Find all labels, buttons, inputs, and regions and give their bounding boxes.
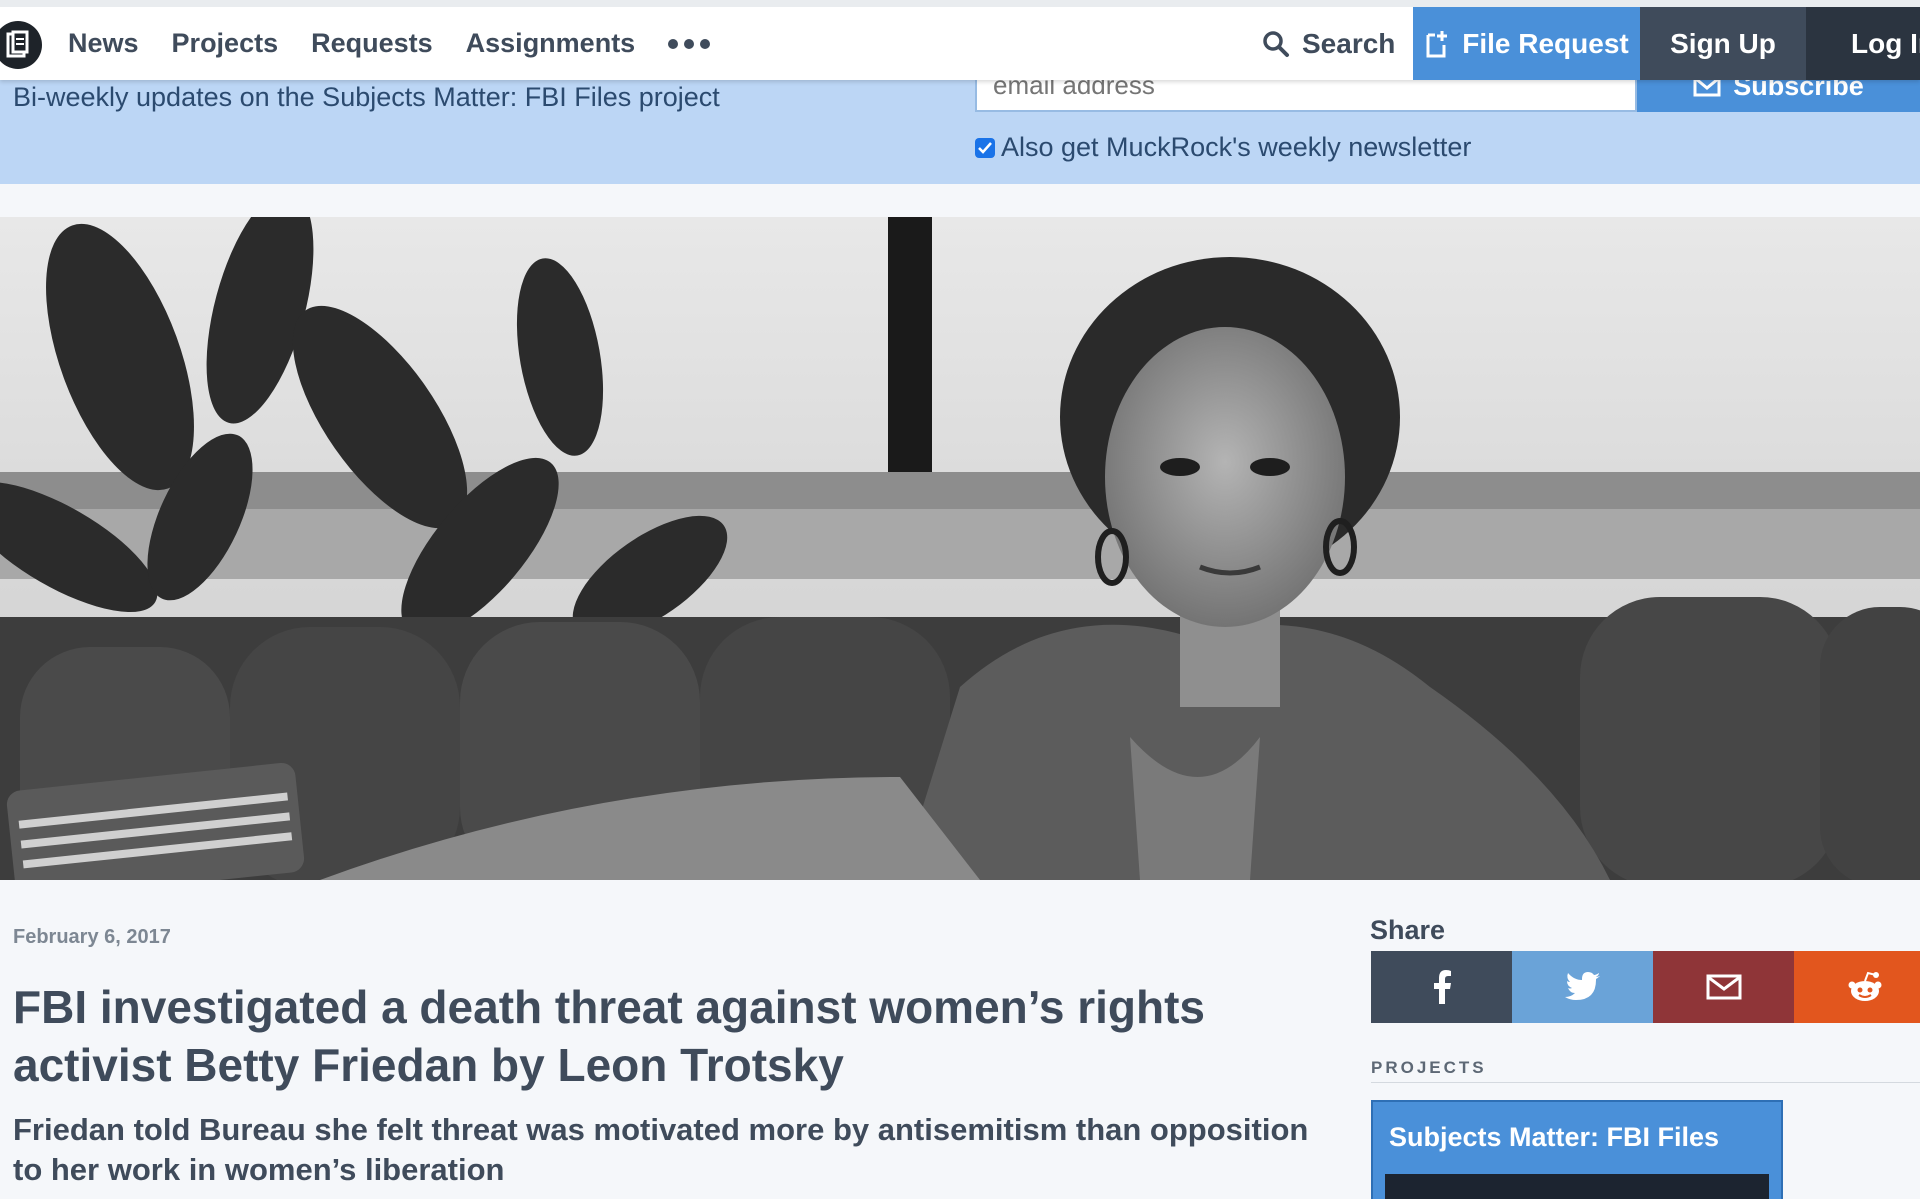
share-reddit-button[interactable]: [1794, 951, 1920, 1023]
share-facebook-button[interactable]: [1371, 951, 1512, 1023]
muckrock-logo-icon[interactable]: [0, 21, 42, 69]
article-hero-image: [0, 217, 1920, 880]
weekly-newsletter-option[interactable]: Also get MuckRock's weekly newsletter: [975, 132, 1471, 163]
search-button[interactable]: Search: [1262, 7, 1395, 80]
nav-requests[interactable]: Requests: [311, 28, 433, 59]
article-title: FBI investigated a death threat against …: [13, 981, 1205, 1091]
projects-divider: [1371, 1082, 1920, 1083]
project-card[interactable]: Subjects Matter: FBI Files: [1371, 1100, 1783, 1199]
article-subtitle: Friedan told Bureau she felt threat was …: [13, 1112, 1309, 1187]
search-label: Search: [1302, 27, 1396, 59]
article-date: February 6, 2017: [13, 926, 171, 948]
primary-nav: News Projects Requests Assignments: [68, 7, 711, 80]
hero-photo: [0, 217, 1920, 880]
checkmark-icon: [978, 141, 992, 154]
project-card-image: [1385, 1174, 1769, 1199]
project-card-title: Subjects Matter: FBI Files: [1389, 1122, 1720, 1152]
weekly-newsletter-label: Also get MuckRock's weekly newsletter: [1001, 132, 1472, 162]
reddit-icon: [1848, 971, 1881, 1001]
search-icon: [1263, 30, 1289, 57]
file-add-icon: [1426, 30, 1448, 57]
log-in-button[interactable]: Log In: [1806, 7, 1920, 80]
nav-news[interactable]: News: [68, 28, 139, 59]
top-navbar: News Projects Requests Assignments Searc…: [0, 0, 1920, 80]
facebook-icon: [1433, 970, 1451, 1004]
share-twitter-button[interactable]: [1512, 951, 1653, 1023]
ellipsis-icon[interactable]: [668, 38, 711, 49]
file-request-label: File Request: [1462, 27, 1629, 59]
twitter-icon: [1564, 972, 1600, 1000]
weekly-newsletter-checkbox[interactable]: [975, 137, 995, 158]
file-request-button[interactable]: File Request: [1413, 7, 1640, 80]
share-heading: Share: [1370, 915, 1446, 945]
nav-projects[interactable]: Projects: [172, 28, 279, 59]
share-email-button[interactable]: [1653, 951, 1794, 1023]
nav-assignments[interactable]: Assignments: [466, 28, 636, 59]
sign-up-button[interactable]: Sign Up: [1640, 7, 1806, 80]
email-icon: [1706, 974, 1741, 1000]
share-buttons: [1371, 951, 1920, 1023]
newsletter-description: Bi-weekly updates on the Subjects Matter…: [13, 82, 720, 112]
projects-heading: PROJECTS: [1371, 1058, 1487, 1077]
